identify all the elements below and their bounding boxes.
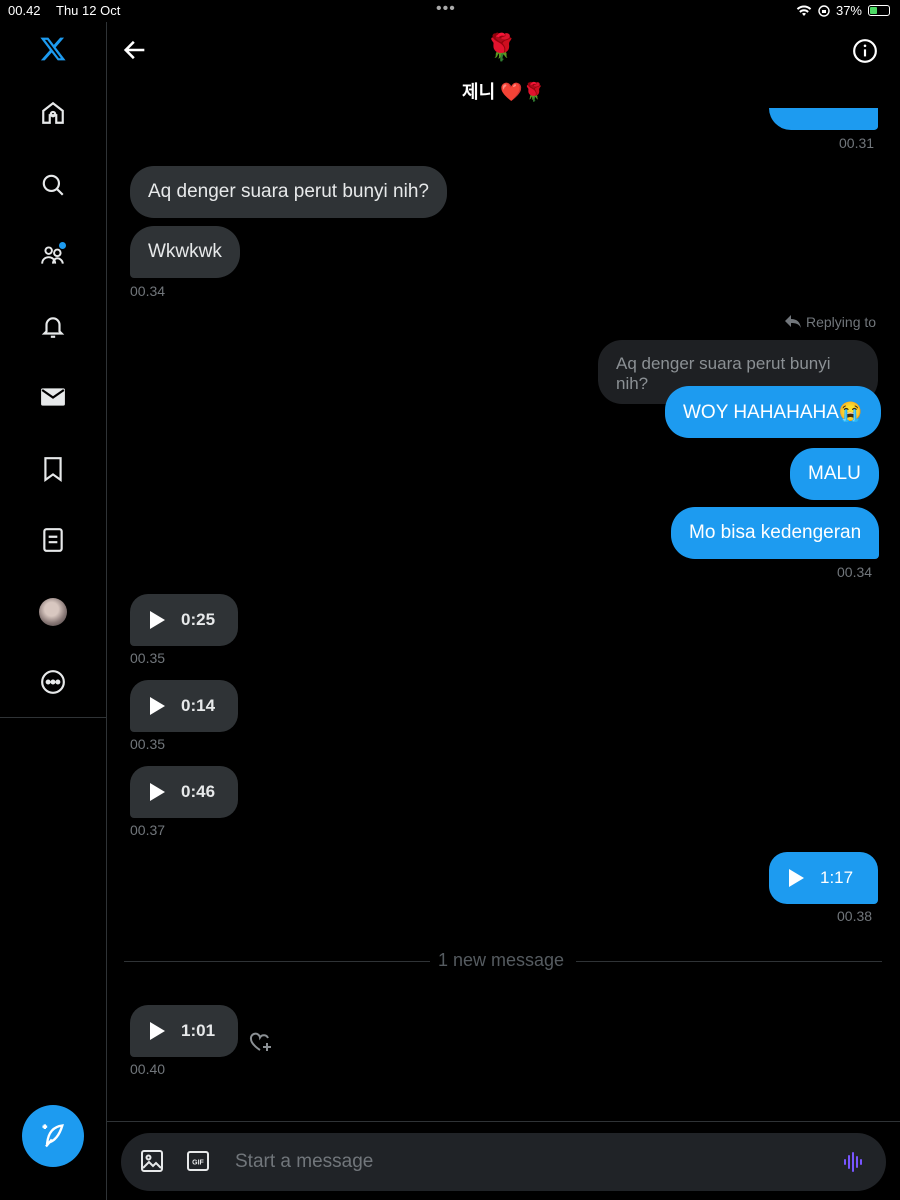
replying-to-text: Replying to: [806, 314, 877, 330]
message-bubble-in[interactable]: Wkwkwk: [130, 226, 240, 278]
image-icon: [141, 1150, 163, 1172]
record-voice-button[interactable]: [842, 1150, 866, 1174]
search-icon[interactable]: [38, 170, 68, 200]
play-icon[interactable]: [150, 697, 165, 715]
play-icon[interactable]: [150, 1022, 165, 1040]
contact-name[interactable]: 제니 ❤️🌹: [107, 78, 900, 104]
sidebar-divider: [0, 717, 107, 718]
message-timestamp: 00.38: [837, 908, 873, 924]
message-input[interactable]: [235, 1147, 815, 1177]
voice-message[interactable]: 1:01: [130, 1005, 238, 1057]
voice-duration: 1:17: [820, 868, 854, 887]
notification-dot: [59, 242, 66, 249]
voice-duration: 0:46: [181, 782, 216, 801]
play-icon[interactable]: [150, 611, 165, 629]
back-arrow-icon: [123, 40, 145, 60]
play-icon[interactable]: [789, 869, 804, 887]
message-timestamp: 00.35: [130, 736, 166, 752]
message-timestamp: 00.37: [130, 822, 166, 838]
bookmarks-icon[interactable]: [38, 454, 68, 484]
lists-icon[interactable]: [38, 525, 68, 555]
voice-message[interactable]: 0:46: [130, 766, 238, 818]
composer-divider: [107, 1121, 900, 1122]
replying-to-label: Replying to: [784, 314, 876, 330]
message-composer: GIF: [121, 1133, 886, 1191]
voice-duration: 0:25: [181, 610, 216, 629]
heart-plus-icon: [249, 1032, 271, 1051]
svg-text:GIF: GIF: [192, 1160, 204, 1167]
multitasking-dots[interactable]: •••: [436, 0, 456, 18]
add-image-button[interactable]: [140, 1149, 164, 1173]
messages-icon[interactable]: [38, 382, 68, 412]
battery-icon: [868, 5, 890, 16]
message-bubble-out[interactable]: MALU: [790, 448, 879, 500]
message-bubble-in[interactable]: Aq denger suara perut bunyi nih?: [130, 166, 447, 218]
new-message-divider-line: [124, 961, 430, 962]
voice-message-out[interactable]: 1:17: [769, 852, 878, 904]
message-bubble-out-partial[interactable]: [769, 108, 878, 130]
orientation-lock-icon: [818, 4, 830, 17]
sidebar: [0, 22, 107, 1200]
message-bubble-out[interactable]: Mo bisa kedengeran: [671, 507, 880, 559]
message-bubble-out[interactable]: WOY HAHAHAHA😭: [665, 386, 881, 438]
play-icon[interactable]: [150, 783, 165, 801]
info-button[interactable]: [852, 38, 878, 64]
voice-message[interactable]: 0:25: [130, 594, 238, 646]
battery-percent: 37%: [835, 3, 862, 18]
profile-avatar[interactable]: [38, 597, 68, 627]
voice-icon: [844, 1152, 862, 1172]
new-message-divider-line: [576, 961, 882, 962]
back-button[interactable]: [121, 36, 149, 64]
compose-post-icon: [42, 1124, 64, 1148]
add-reaction-button[interactable]: [248, 1030, 274, 1054]
message-timestamp: 00.34: [130, 283, 166, 299]
notifications-icon[interactable]: [38, 312, 68, 342]
communities-icon[interactable]: [38, 240, 68, 270]
voice-duration: 1:01: [181, 1021, 216, 1040]
status-date: Thu 12 Oct: [56, 3, 121, 18]
message-timestamp: 00.40: [130, 1061, 166, 1077]
x-logo-icon[interactable]: [38, 34, 68, 64]
info-icon: [853, 39, 877, 63]
more-icon[interactable]: [38, 667, 68, 697]
status-time: 00.42: [8, 3, 41, 18]
add-gif-button[interactable]: GIF: [187, 1151, 209, 1171]
status-bar: 00.42 Thu 12 Oct ••• 37%: [0, 0, 900, 22]
wifi-icon: [796, 5, 812, 16]
home-icon[interactable]: [38, 98, 68, 128]
voice-message[interactable]: 0:14: [130, 680, 238, 732]
conversation-header: 🌹 제니 ❤️🌹: [107, 22, 900, 106]
message-timestamp: 00.31: [839, 135, 875, 151]
compose-post-button[interactable]: [22, 1105, 84, 1167]
message-timestamp: 00.35: [130, 650, 166, 666]
contact-avatar[interactable]: 🌹: [485, 32, 517, 63]
message-timestamp: 00.34: [837, 564, 873, 580]
new-message-divider: 1 new message: [438, 950, 565, 970]
reply-icon: [785, 315, 801, 328]
voice-duration: 0:14: [181, 696, 216, 715]
status-indicators: 37%: [796, 3, 890, 18]
gif-icon: GIF: [187, 1151, 209, 1171]
avatar: [39, 598, 67, 626]
